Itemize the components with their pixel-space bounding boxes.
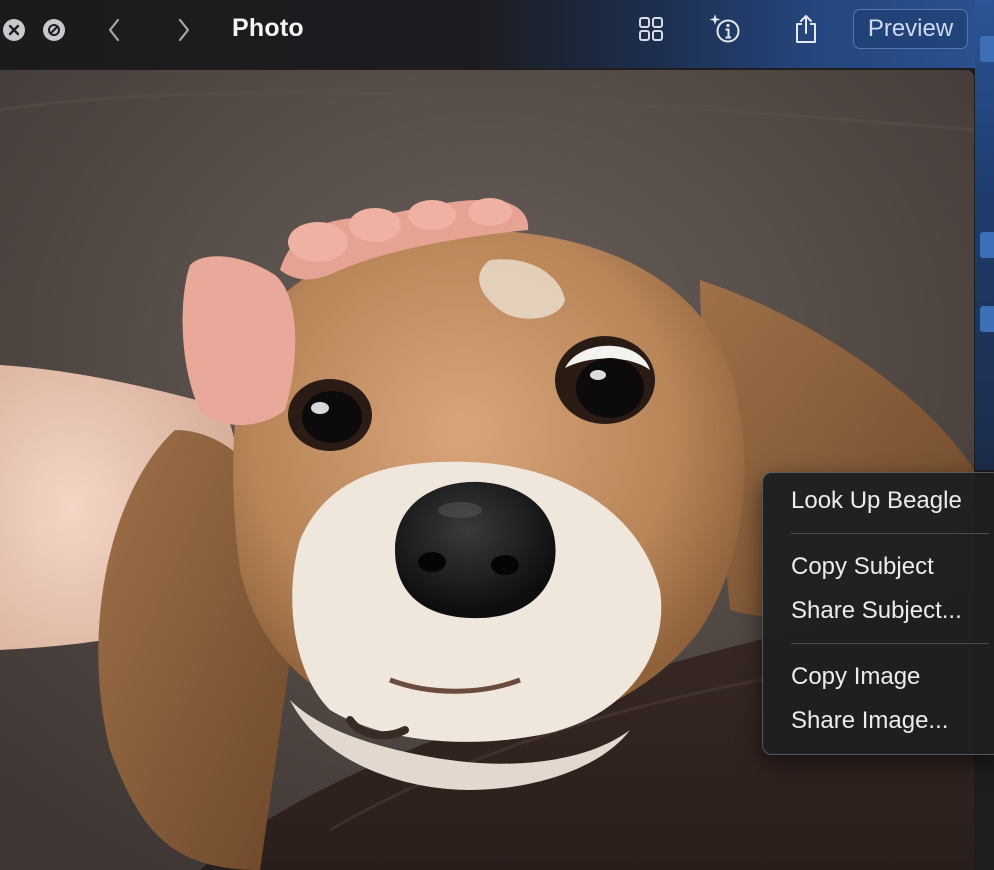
menu-item-copy-subject[interactable]: Copy Subject	[763, 545, 994, 589]
menu-item-look-up[interactable]: Look Up Beagle	[763, 479, 994, 523]
grid-view-button[interactable]	[634, 12, 668, 46]
close-icon	[8, 24, 20, 36]
grid-icon	[639, 17, 663, 41]
menu-separator	[791, 533, 989, 534]
preview-button[interactable]: Preview	[853, 9, 968, 49]
prohibit-icon	[48, 24, 60, 36]
share-icon	[796, 15, 816, 43]
background-window-tab	[980, 306, 994, 332]
visual-lookup-button[interactable]	[708, 12, 742, 46]
chevron-left-icon	[108, 18, 120, 42]
menu-item-copy-image[interactable]: Copy Image	[763, 655, 994, 699]
background-window-tab	[980, 36, 994, 62]
forward-button[interactable]	[169, 13, 199, 47]
back-button[interactable]	[99, 13, 129, 47]
menu-separator	[791, 643, 989, 644]
share-button[interactable]	[789, 12, 823, 46]
chevron-right-icon	[178, 18, 190, 42]
menu-item-share-subject[interactable]: Share Subject...	[763, 589, 994, 633]
menu-item-share-image[interactable]: Share Image...	[763, 699, 994, 743]
title-bar	[0, 0, 994, 68]
sparkle-info-icon	[709, 14, 740, 43]
hide-button[interactable]	[43, 19, 65, 41]
context-menu: Look Up Beagle Copy Subject Share Subjec…	[762, 472, 994, 755]
close-button[interactable]	[3, 19, 25, 41]
window-title: Photo	[232, 14, 304, 42]
background-window-tab	[980, 232, 994, 258]
